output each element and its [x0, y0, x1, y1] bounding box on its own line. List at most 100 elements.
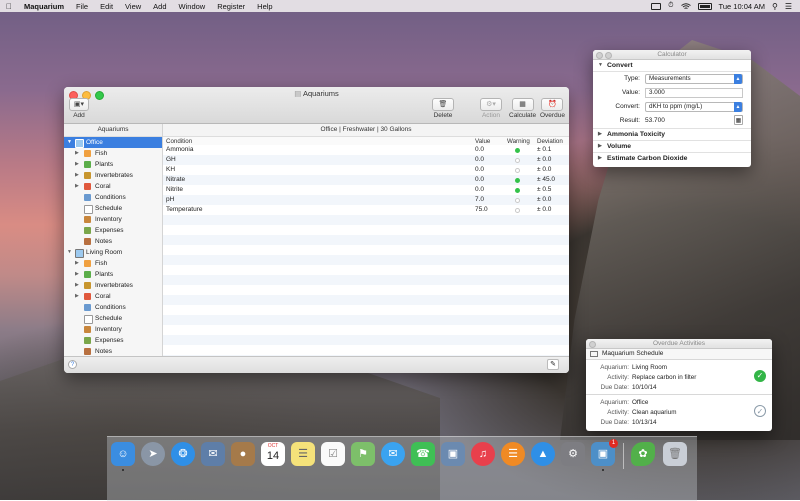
disclosure-closed-icon[interactable]: ▶	[75, 159, 79, 170]
leaf-icon[interactable]: ✿	[631, 442, 655, 466]
table-row[interactable]: Temperature 75.0 ± 0.0	[163, 205, 569, 215]
menu-help[interactable]: Help	[251, 2, 278, 11]
sidebar-item-expenses[interactable]: Expenses	[64, 225, 162, 236]
finder-icon[interactable]: ☺	[111, 442, 135, 466]
itunes-icon[interactable]: ♫	[471, 442, 495, 466]
menu-register[interactable]: Register	[211, 2, 251, 11]
time-machine-icon[interactable]: ⏱	[668, 2, 673, 10]
sidebar-item-plants[interactable]: ▶ Plants	[64, 269, 162, 280]
sidebar-item-fish[interactable]: ▶ Fish	[64, 258, 162, 269]
battery-icon[interactable]	[697, 2, 712, 10]
menu-clock[interactable]: Tue 10:04 AM	[719, 2, 765, 11]
warning-indicator[interactable]	[515, 168, 520, 173]
sidebar-item-invertebrates[interactable]: ▶ Invertebrates	[64, 170, 162, 181]
trash-icon[interactable]: 🗑	[663, 442, 687, 466]
sidebar-item-schedule[interactable]: Schedule	[64, 203, 162, 214]
disclosure-open-icon[interactable]: ▼	[598, 60, 603, 71]
sidebar-item-conditions[interactable]: Conditions	[64, 192, 162, 203]
overdue-activity-card[interactable]: Aquarium: Living Room Activity: Replace …	[586, 360, 772, 395]
spotlight-search-icon[interactable]: ⚲	[772, 2, 778, 11]
menu-app-name[interactable]: Maquarium	[18, 2, 70, 11]
type-select[interactable]: Measurements ▲	[645, 74, 743, 84]
delete-button[interactable]: 🗑 Delete	[432, 98, 454, 119]
convert-select[interactable]: dKH to ppm (mg/L) ▲	[645, 102, 743, 112]
wifi-icon[interactable]	[680, 2, 691, 10]
table-row[interactable]: pH 7.0 ± 0.0	[163, 195, 569, 205]
action-button[interactable]: ⚙▾ Action	[480, 98, 502, 119]
pending-checkmark-icon[interactable]: ✓	[754, 405, 766, 417]
maps-icon[interactable]: ⚑	[351, 442, 375, 466]
section-volume[interactable]: ▶ Volume	[593, 141, 751, 153]
table-row[interactable]: Nitrate 0.0 ± 45.0	[163, 175, 569, 185]
section-convert[interactable]: ▼ Convert	[593, 60, 751, 72]
sidebar-item-schedule[interactable]: Schedule	[64, 313, 162, 324]
warning-indicator[interactable]	[515, 188, 520, 193]
sidebar-item-expenses[interactable]: Expenses	[64, 335, 162, 346]
menu-edit[interactable]: Edit	[94, 2, 119, 11]
menu-file[interactable]: File	[70, 2, 94, 11]
overdue-activity-card[interactable]: Aquarium: Office Activity: Clean aquariu…	[586, 395, 772, 429]
table-row[interactable]: KH 0.0 ± 0.0	[163, 165, 569, 175]
overdue-button[interactable]: ⏰ Overdue	[540, 98, 565, 119]
disclosure-closed-icon[interactable]: ▶	[75, 269, 79, 280]
sidebar-group-office[interactable]: ▼ Office	[64, 137, 162, 148]
sidebar-item-conditions[interactable]: Conditions	[64, 302, 162, 313]
minimize-window-button[interactable]	[605, 52, 612, 59]
table-row[interactable]: Nitrite 0.0 ± 0.5	[163, 185, 569, 195]
table-row[interactable]: GH 0.0 ± 0.0	[163, 155, 569, 165]
facetime-icon[interactable]: ☎	[411, 442, 435, 466]
close-window-button[interactable]	[596, 52, 603, 59]
contacts-icon[interactable]: ●	[231, 442, 255, 466]
sidebar-item-plants[interactable]: ▶ Plants	[64, 159, 162, 170]
disclosure-open-icon[interactable]: ▼	[67, 247, 72, 258]
calculator-keypad-icon[interactable]: ▦	[734, 115, 743, 125]
disclosure-closed-icon[interactable]: ▶	[75, 170, 79, 181]
sidebar-item-notes[interactable]: Notes	[64, 346, 162, 356]
warning-indicator[interactable]	[515, 198, 520, 203]
disclosure-closed-icon[interactable]: ▶	[75, 258, 79, 269]
edit-pencil-icon[interactable]: ✎	[547, 359, 559, 370]
app-store-icon[interactable]: ▲	[531, 442, 555, 466]
help-button[interactable]: ?	[68, 360, 77, 369]
menu-view[interactable]: View	[119, 2, 147, 11]
section-ammonia-toxicity[interactable]: ▶ Ammonia Toxicity	[593, 129, 751, 141]
warning-indicator[interactable]	[515, 208, 520, 213]
sidebar-item-inventory[interactable]: Inventory	[64, 214, 162, 225]
ibooks-icon[interactable]: ☰	[501, 442, 525, 466]
notes-icon[interactable]: ☰	[291, 442, 315, 466]
sidebar-item-coral[interactable]: ▶ Coral	[64, 291, 162, 302]
mail-stamp-icon[interactable]: ✉	[201, 442, 225, 466]
reminders-icon[interactable]: ☑	[321, 442, 345, 466]
menu-add[interactable]: Add	[147, 2, 172, 11]
preview-icon[interactable]: ▣	[441, 442, 465, 466]
disclosure-closed-icon[interactable]: ▶	[75, 291, 79, 302]
sidebar-item-fish[interactable]: ▶ Fish	[64, 148, 162, 159]
section-estimate-carbon-dioxide[interactable]: ▶ Estimate Carbon Dioxide	[593, 153, 751, 164]
sidebar-item-notes[interactable]: Notes	[64, 236, 162, 247]
warning-indicator[interactable]	[515, 178, 520, 183]
disclosure-closed-icon[interactable]: ▶	[75, 280, 79, 291]
disclosure-open-icon[interactable]: ▼	[67, 137, 72, 148]
launchpad-icon[interactable]: ➤	[141, 442, 165, 466]
calculate-button[interactable]: ▦ Calculate	[509, 98, 536, 119]
table-row[interactable]: Ammonia 0.0 ± 0.1	[163, 145, 569, 155]
disclosure-closed-icon[interactable]: ▶	[598, 153, 602, 164]
maquarium-icon[interactable]: ▣ 1	[591, 439, 618, 466]
sidebar-item-coral[interactable]: ▶ Coral	[64, 181, 162, 192]
add-button[interactable]: ▣▾ Add	[69, 98, 89, 119]
menu-window[interactable]: Window	[173, 2, 212, 11]
sidebar-item-inventory[interactable]: Inventory	[64, 324, 162, 335]
disclosure-closed-icon[interactable]: ▶	[598, 129, 602, 140]
completed-checkmark-icon[interactable]: ✓	[754, 370, 766, 382]
apple-menu-icon[interactable]: 	[0, 2, 18, 11]
sidebar-group-living-room[interactable]: ▼ Living Room	[64, 247, 162, 258]
disclosure-closed-icon[interactable]: ▶	[75, 181, 79, 192]
sidebar-item-invertebrates[interactable]: ▶ Invertebrates	[64, 280, 162, 291]
value-input[interactable]: 3.000	[645, 88, 743, 98]
system-preferences-icon[interactable]: ⚙	[561, 442, 585, 466]
airplay-icon[interactable]	[651, 2, 662, 10]
messages-icon[interactable]: ✉	[381, 442, 405, 466]
calendar-icon[interactable]: OCT 14	[261, 442, 285, 466]
disclosure-closed-icon[interactable]: ▶	[598, 141, 602, 152]
warning-indicator[interactable]	[515, 158, 520, 163]
